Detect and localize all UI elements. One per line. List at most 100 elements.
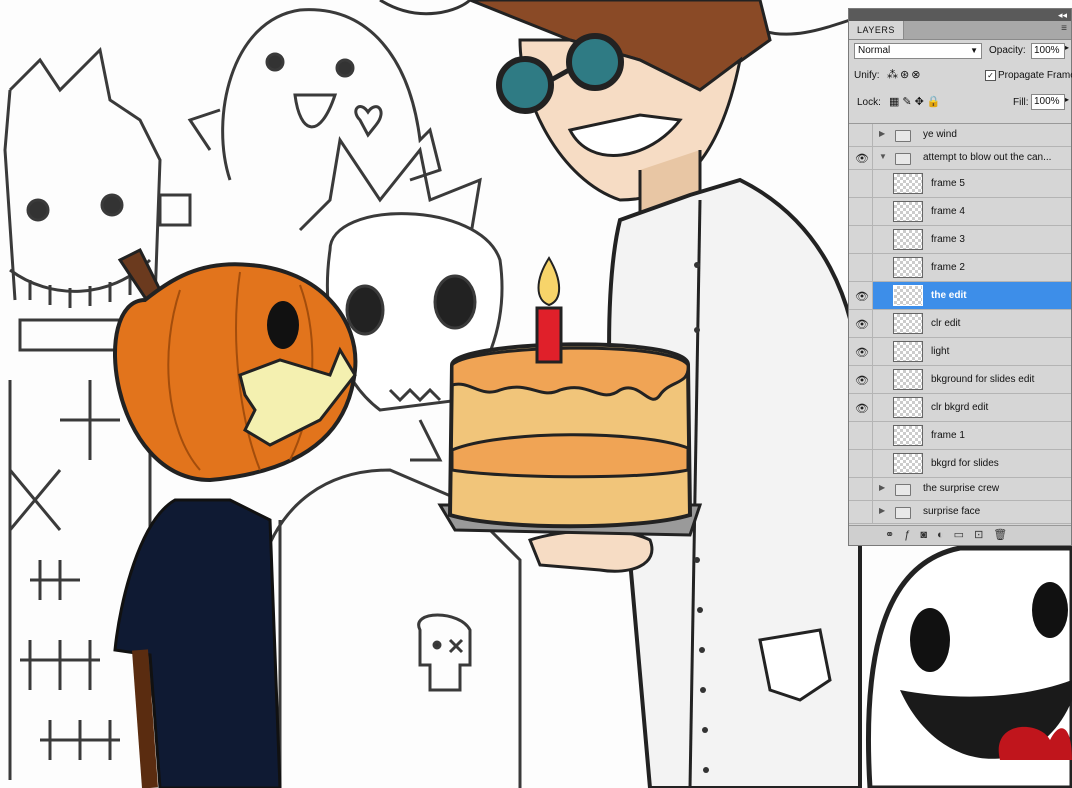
visibility-toggle[interactable]: 👁 xyxy=(849,422,873,449)
panel-titlebar[interactable]: ◂◂ xyxy=(849,9,1071,21)
blend-mode-value: Normal xyxy=(858,45,891,56)
layer-row[interactable]: 👁 frame 2 xyxy=(849,254,1071,282)
layer-name: clr bkgrd edit xyxy=(931,402,989,413)
eye-icon: 👁 xyxy=(855,402,869,415)
visibility-toggle[interactable]: 👁 xyxy=(849,254,873,281)
layer-row[interactable]: 👁 bkground for slides edit xyxy=(849,366,1071,394)
chevron-down-icon: ▼ xyxy=(970,46,978,55)
layer-row[interactable]: 👁 frame 3 xyxy=(849,226,1071,254)
lock-row: Lock: ▦✎✥🔒 Fill: 100% ▸ xyxy=(849,93,1071,115)
layer-row-selected[interactable]: 👁 the edit xyxy=(849,282,1071,310)
blend-mode-select[interactable]: Normal ▼ xyxy=(854,43,982,59)
folder-icon xyxy=(895,484,911,496)
layer-row[interactable]: 👁 frame 1 xyxy=(849,422,1071,450)
fill-label: Fill: xyxy=(1013,97,1029,108)
lock-label: Lock: xyxy=(857,97,881,108)
layer-group-row[interactable]: 👁 ▶ ye wind xyxy=(849,124,1071,147)
expand-arrow-icon[interactable]: ▶ xyxy=(879,129,885,138)
visibility-toggle[interactable]: 👁 xyxy=(849,366,873,393)
layer-name: surprise face xyxy=(923,506,981,517)
layer-thumbnail xyxy=(893,201,923,222)
delete-layer-icon[interactable]: 🗑 xyxy=(993,529,1017,541)
panel-menu-icon[interactable]: ≡ xyxy=(1061,23,1067,34)
unify-label: Unify: xyxy=(854,70,880,81)
unify-row: Unify: ⁂⊛⊗ ✓ Propagate Frame xyxy=(849,66,1072,86)
layer-thumbnail xyxy=(893,397,923,418)
visibility-toggle[interactable]: 👁 xyxy=(849,450,873,477)
collapse-arrow-icon[interactable]: ▼ xyxy=(879,152,887,161)
propagate-frame-checkbox[interactable]: ✓ xyxy=(985,70,996,81)
visibility-toggle[interactable]: 👁 xyxy=(849,198,873,225)
visibility-toggle[interactable]: 👁 xyxy=(849,478,873,500)
new-layer-icon[interactable]: ⊡ xyxy=(974,529,993,541)
layer-name: frame 1 xyxy=(931,430,965,441)
footer-icons: ⚭ƒ◙◐▭⊡🗑 xyxy=(885,528,1017,541)
layer-row[interactable]: 👁 clr bkgrd edit xyxy=(849,394,1071,422)
folder-icon xyxy=(895,507,911,519)
lock-transparency-icon[interactable]: ▦ xyxy=(889,96,902,108)
layer-row[interactable]: 👁 frame 5 xyxy=(849,170,1071,198)
layer-row[interactable]: 👁 clr edit xyxy=(849,310,1071,338)
layer-thumbnail xyxy=(893,453,923,474)
layer-thumbnail xyxy=(893,313,923,334)
folder-icon xyxy=(895,153,911,165)
unify-visibility-icon[interactable]: ⊛ xyxy=(900,69,911,81)
eye-icon: 👁 xyxy=(855,346,869,359)
visibility-toggle[interactable]: 👁 xyxy=(849,226,873,253)
visibility-toggle[interactable]: 👁 xyxy=(849,338,873,365)
expand-arrow-icon[interactable]: ▶ xyxy=(879,483,885,492)
visibility-toggle[interactable]: 👁 xyxy=(849,501,873,523)
panel-footer: ⚭ƒ◙◐▭⊡🗑 xyxy=(849,525,1071,545)
link-layers-icon[interactable]: ⚭ xyxy=(885,529,904,541)
visibility-toggle[interactable]: 👁 xyxy=(849,394,873,421)
visibility-toggle[interactable]: 👁 xyxy=(849,170,873,197)
layer-name: attempt to blow out the can... xyxy=(923,152,1052,163)
panel-tab-bar: LAYERS ≡ xyxy=(849,21,1071,40)
layer-name: the edit xyxy=(931,290,967,301)
lock-brush-icon[interactable]: ✎ xyxy=(902,96,914,108)
visibility-toggle[interactable]: 👁 xyxy=(849,124,873,146)
layer-thumbnail xyxy=(893,369,923,390)
expand-arrow-icon[interactable]: ▶ xyxy=(879,506,885,515)
fill-input[interactable]: 100% xyxy=(1031,94,1065,110)
layer-row[interactable]: 👁 light xyxy=(849,338,1071,366)
new-group-icon[interactable]: ▭ xyxy=(954,529,974,541)
collapse-panel-icon[interactable]: ◂◂ xyxy=(1058,9,1067,21)
blend-row: Normal ▼ Opacity: 100% ▸ xyxy=(849,40,1071,62)
layer-name: ye wind xyxy=(923,129,957,140)
layer-thumbnail xyxy=(893,257,923,278)
layer-group-row[interactable]: 👁 ▶ the surprise crew xyxy=(849,478,1071,501)
layer-thumbnail xyxy=(893,285,923,306)
layer-thumbnail xyxy=(893,173,923,194)
opacity-input[interactable]: 100% xyxy=(1031,43,1065,59)
layer-name: frame 2 xyxy=(931,262,965,273)
layer-style-icon[interactable]: ƒ xyxy=(904,529,920,541)
layer-row[interactable]: 👁 bkgrd for slides xyxy=(849,450,1071,478)
visibility-toggle[interactable]: 👁 xyxy=(849,147,873,169)
lock-move-icon[interactable]: ✥ xyxy=(915,96,927,108)
layer-group-row[interactable]: 👁 ▶ surprise face xyxy=(849,501,1071,524)
adjustment-layer-icon[interactable]: ◐ xyxy=(937,529,954,541)
layer-row[interactable]: 👁 frame 4 xyxy=(849,198,1071,226)
layer-thumbnail xyxy=(893,425,923,446)
layer-group-row[interactable]: 👁 ▼ attempt to blow out the can... xyxy=(849,147,1071,170)
lock-all-icon[interactable]: 🔒 xyxy=(927,96,944,108)
visibility-toggle[interactable]: 👁 xyxy=(849,282,873,309)
unify-style-icon[interactable]: ⊗ xyxy=(911,69,922,81)
layer-name: frame 4 xyxy=(931,206,965,217)
layer-mask-icon[interactable]: ◙ xyxy=(920,529,937,541)
fill-slider-icon[interactable]: ▸ xyxy=(1065,95,1069,104)
folder-icon xyxy=(895,130,911,142)
eye-icon: 👁 xyxy=(855,290,869,303)
layer-name: bkground for slides edit xyxy=(931,374,1035,385)
layer-list: 👁 ▶ ye wind 👁 ▼ attempt to blow out the … xyxy=(849,123,1071,528)
tab-layers[interactable]: LAYERS xyxy=(849,21,904,39)
unify-position-icon[interactable]: ⁂ xyxy=(887,69,900,81)
visibility-toggle[interactable]: 👁 xyxy=(849,310,873,337)
layer-thumbnail xyxy=(893,341,923,362)
eye-icon: 👁 xyxy=(855,153,869,165)
opacity-slider-icon[interactable]: ▸ xyxy=(1065,43,1069,52)
layer-name: clr edit xyxy=(931,318,961,329)
layer-thumbnail xyxy=(893,229,923,250)
layers-panel: ◂◂ LAYERS ≡ Normal ▼ Opacity: 100% ▸ Uni… xyxy=(848,8,1072,546)
